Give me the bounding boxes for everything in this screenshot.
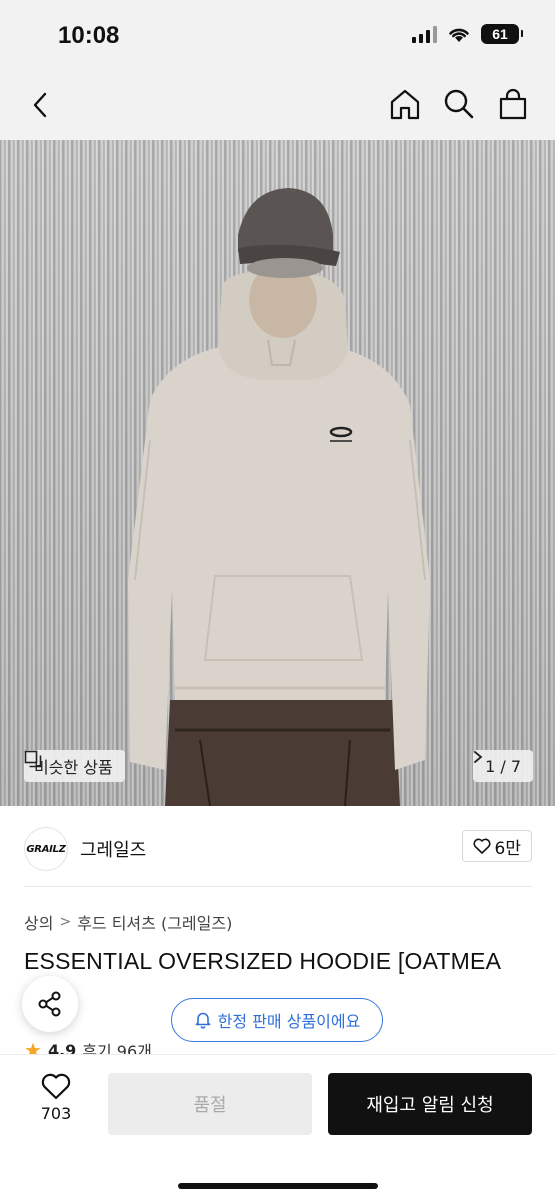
similar-items-icon bbox=[24, 750, 42, 768]
brand-name[interactable]: 그레일즈 bbox=[80, 836, 146, 862]
chevron-right-icon: > bbox=[59, 914, 72, 930]
status-bar: 10:08 61 bbox=[0, 0, 555, 70]
back-button[interactable] bbox=[26, 90, 56, 120]
similar-products-button[interactable]: 비슷한 상품 bbox=[24, 750, 125, 782]
image-page-indicator[interactable]: 1 / 7 bbox=[473, 750, 533, 782]
breadcrumb-item[interactable]: 후드 티셔츠 (그레일즈) bbox=[77, 910, 232, 934]
wishlist-count: 703 bbox=[40, 1104, 72, 1123]
chevron-left-icon bbox=[33, 92, 47, 118]
breadcrumb: 상의 > 후드 티셔츠 (그레일즈) bbox=[24, 910, 232, 934]
nav-bar bbox=[0, 70, 555, 140]
brand-like-button[interactable]: 6만 bbox=[461, 830, 532, 862]
heart-icon bbox=[41, 1073, 71, 1100]
wishlist-button[interactable]: 703 bbox=[26, 1073, 86, 1123]
home-button[interactable] bbox=[389, 88, 421, 120]
soldout-button: 품절 bbox=[108, 1073, 312, 1135]
bell-icon bbox=[195, 1012, 210, 1029]
product-photo bbox=[128, 188, 430, 806]
page-indicator-text: 1 / 7 bbox=[485, 756, 521, 776]
brand-row[interactable]: GRAILZ 그레일즈 6만 bbox=[24, 826, 532, 872]
brand-like-count: 6만 bbox=[494, 838, 521, 859]
divider bbox=[24, 886, 532, 887]
wifi-icon bbox=[449, 28, 469, 42]
battery-icon: 61 bbox=[481, 24, 523, 44]
search-button[interactable] bbox=[443, 88, 475, 120]
share-button[interactable] bbox=[22, 976, 78, 1032]
brand-logo[interactable]: GRAILZ bbox=[24, 827, 68, 871]
similar-products-label: 비슷한 상품 bbox=[34, 758, 113, 777]
limited-sale-label: 한정 판매 상품이에요 bbox=[217, 1012, 361, 1031]
share-icon bbox=[38, 991, 61, 1017]
cart-button[interactable] bbox=[497, 88, 529, 120]
search-icon bbox=[444, 89, 474, 119]
product-image-carousel[interactable]: 비슷한 상품 1 / 7 bbox=[0, 140, 555, 806]
status-icons: 61 bbox=[412, 24, 523, 44]
breadcrumb-item[interactable]: 상의 bbox=[24, 910, 53, 934]
bottom-action-bar: 703 품절 재입고 알림 신청 bbox=[0, 1054, 555, 1200]
limited-sale-notice[interactable]: 한정 판매 상품이에요 bbox=[171, 998, 383, 1042]
heart-icon bbox=[473, 838, 491, 854]
chevron-right-icon bbox=[474, 751, 483, 763]
signal-icon bbox=[412, 25, 437, 43]
restock-alert-button[interactable]: 재입고 알림 신청 bbox=[328, 1073, 532, 1135]
product-title: ESSENTIAL OVERSIZED HOODIE [OATMEA bbox=[24, 948, 502, 974]
home-indicator bbox=[178, 1183, 378, 1189]
home-icon bbox=[390, 89, 420, 120]
status-time: 10:08 bbox=[58, 22, 120, 49]
shopping-bag-icon bbox=[499, 88, 527, 120]
